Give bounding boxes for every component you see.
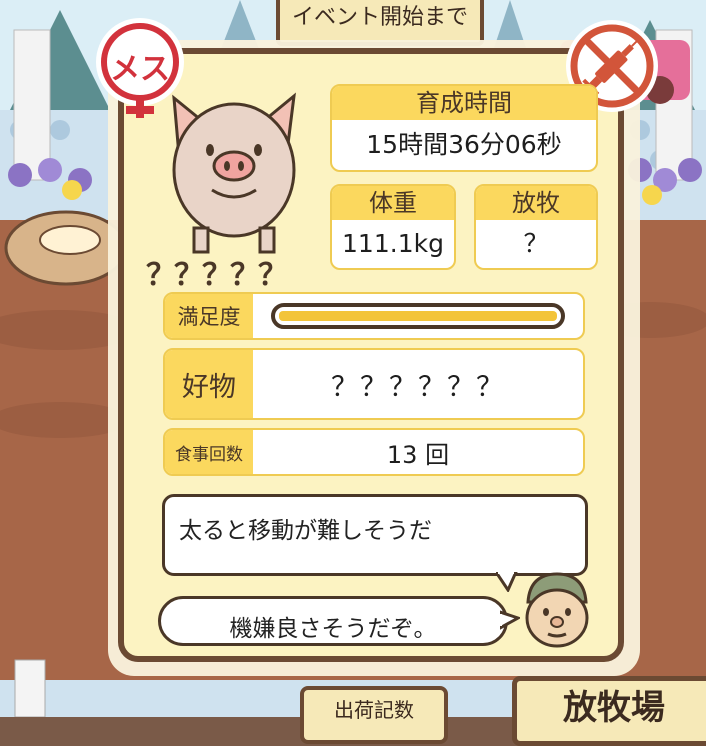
farmer-speech-bubble[interactable]: 機嫌良さそうだぞ。 [158, 596, 508, 646]
gender-label: メス [110, 52, 170, 87]
grazing-box: 放牧 ？ [474, 184, 598, 270]
meal-count-row: 食事回数 13 回 [163, 428, 585, 476]
weight-label: 体重 [332, 186, 454, 220]
growth-time-label: 育成時間 [332, 86, 596, 120]
farmer-speech-text: 機嫌良さそうだぞ。 [229, 616, 437, 642]
comment-text: 太ると移動が難しそうだ [179, 518, 432, 544]
shipping-count-sign: 出荷記数 [300, 686, 448, 744]
grazing-label: 放牧 [476, 186, 596, 220]
growth-time-box: 育成時間 15時間36分06秒 [330, 84, 598, 172]
meal-count-value: 13 回 [386, 440, 450, 469]
meal-count-label: 食事回数 [165, 430, 253, 474]
satisfaction-meter-area [253, 294, 583, 338]
comment-bubble-tail [496, 572, 518, 592]
favorite-food-value: ？？？？？？ [331, 371, 505, 403]
farmer-avatar [525, 572, 589, 648]
ranch-sign: 放牧場 [512, 676, 706, 746]
pig-name: ？？？？？ [146, 258, 288, 293]
comment-bubble: 太ると移動が難しそうだ [162, 494, 588, 576]
shipping-count-label: 出荷記数 [334, 698, 414, 722]
grazing-value: ？ [523, 229, 549, 258]
pig-illustration [172, 92, 296, 254]
satisfaction-row: 満足度 [163, 292, 585, 340]
weight-value: 111.1kg [342, 229, 444, 258]
weight-box: 体重 111.1kg [330, 184, 456, 270]
satisfaction-meter-fill [279, 311, 557, 321]
event-countdown-label: イベント開始まで [291, 5, 468, 30]
growth-time-value: 15時間36分06秒 [366, 130, 562, 159]
favorite-food-label: 好物 [165, 350, 253, 418]
ranch-sign-label: 放牧場 [563, 688, 665, 728]
satisfaction-label: 満足度 [165, 294, 253, 338]
satisfaction-meter [271, 303, 565, 329]
farmer-bubble-tail [500, 610, 520, 630]
favorite-food-row: 好物 ？？？？？？ [163, 348, 585, 420]
